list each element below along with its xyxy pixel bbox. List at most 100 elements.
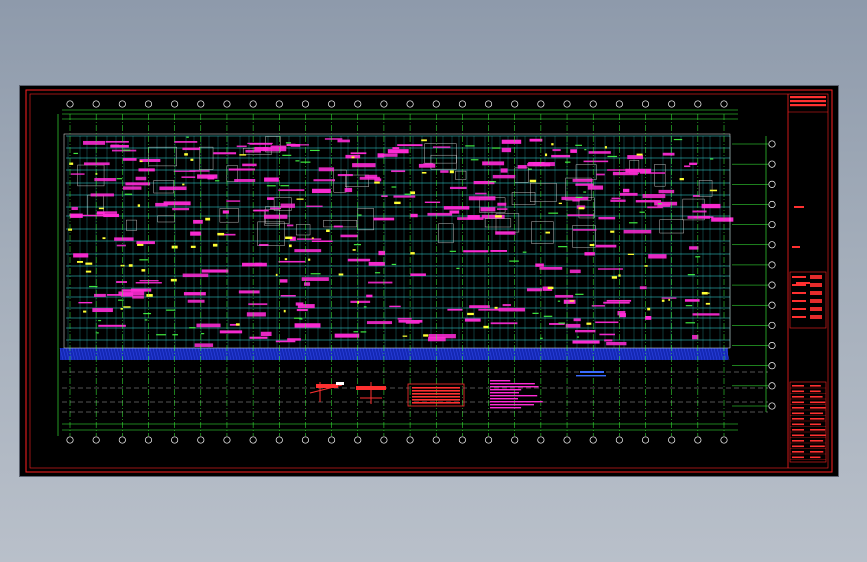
- note-line: [490, 392, 520, 394]
- annotation-label: [287, 338, 301, 341]
- annotation-label: [405, 322, 420, 324]
- title-header-line: [790, 100, 826, 103]
- annotation-label: [684, 299, 700, 302]
- dimension-text: [73, 152, 79, 155]
- dimension-text: [449, 250, 456, 252]
- annotation-label: [347, 258, 371, 262]
- annotation-label: [255, 262, 263, 266]
- dimension-text: [201, 333, 205, 335]
- annotation-label: [92, 308, 113, 313]
- highlight-marker: [547, 286, 554, 290]
- highlight-marker: [146, 294, 153, 297]
- highlight-marker: [98, 207, 104, 210]
- annotation-label: [410, 213, 418, 218]
- dimension-text: [285, 142, 291, 144]
- highlight-marker: [705, 302, 711, 305]
- dimension-text: [575, 293, 584, 295]
- dimension-text: [360, 331, 367, 333]
- annotation-label: [279, 279, 288, 283]
- cad-drawing[interactable]: [20, 86, 838, 476]
- approval-value: [810, 299, 822, 303]
- detail-a-block: [316, 384, 338, 388]
- annotation-label: [90, 193, 114, 197]
- field-value: [810, 390, 821, 393]
- highlight-marker: [296, 198, 304, 200]
- annotation-label: [610, 199, 626, 202]
- annotation-label: [280, 203, 295, 208]
- highlight-marker: [217, 232, 225, 236]
- annotation-label: [78, 301, 93, 304]
- highlight-marker: [569, 300, 575, 302]
- title-stamp: [792, 246, 800, 248]
- highlight-marker: [679, 178, 684, 181]
- annotation-label: [689, 246, 699, 250]
- drawing-sheet[interactable]: [20, 86, 838, 476]
- annotation-label: [619, 192, 638, 196]
- annotation-label: [139, 159, 161, 162]
- annotation-label: [340, 234, 358, 238]
- dimension-text: [540, 337, 543, 339]
- annotation-label: [501, 147, 512, 153]
- dimension-text: [124, 193, 133, 195]
- annotation-label: [116, 281, 128, 283]
- dimension-text: [584, 149, 587, 151]
- highlight-marker: [357, 301, 359, 304]
- title-stamp: [794, 206, 804, 208]
- annotation-label: [278, 189, 305, 192]
- dimension-text: [673, 138, 683, 141]
- annotation-label: [496, 208, 508, 210]
- annotation-label: [501, 139, 522, 144]
- highlight-marker: [647, 307, 651, 311]
- field-value: [810, 401, 826, 404]
- field-value: [810, 434, 826, 437]
- note-line: [490, 404, 534, 406]
- annotation-label: [311, 240, 333, 243]
- annotation-label: [572, 178, 593, 182]
- field-label: [792, 445, 804, 448]
- annotation-label: [622, 188, 630, 193]
- field-label: [792, 407, 804, 409]
- annotation-label: [234, 179, 256, 182]
- annotation-label: [606, 341, 627, 346]
- annotation-label: [242, 163, 257, 167]
- annotation-label: [70, 173, 85, 175]
- highlight-marker: [410, 191, 416, 195]
- highlight-marker: [707, 292, 710, 294]
- highlight-marker: [423, 334, 429, 337]
- highlight-marker: [212, 243, 218, 247]
- annotation-label: [159, 186, 187, 191]
- highlight-marker: [326, 229, 330, 233]
- annotation-label: [105, 140, 129, 143]
- annotation-label: [604, 339, 613, 342]
- annotation-label: [427, 212, 453, 216]
- note-line: [490, 398, 518, 400]
- annotation-label: [114, 237, 134, 241]
- annotation-label: [588, 151, 611, 154]
- annotation-label: [136, 241, 155, 245]
- annotation-label: [190, 231, 202, 236]
- annotation-label: [647, 206, 663, 209]
- dimension-text: [189, 327, 196, 329]
- annotation-label: [457, 217, 484, 220]
- annotation-label: [645, 315, 652, 320]
- title-stamp: [796, 282, 810, 284]
- annotation-label: [295, 302, 304, 306]
- annotation-label: [226, 200, 241, 202]
- annotation-label: [661, 297, 677, 299]
- annotation-label: [83, 162, 110, 166]
- highlight-marker: [85, 270, 92, 273]
- dimension-text: [116, 178, 123, 180]
- annotation-label: [692, 195, 700, 197]
- dimension-text: [118, 299, 124, 301]
- highlight-marker: [275, 273, 278, 276]
- annotation-label: [380, 153, 398, 157]
- annotation-label: [563, 299, 576, 304]
- highlight-marker: [644, 265, 648, 267]
- annotation-label: [648, 254, 667, 259]
- highlight-marker: [558, 202, 562, 205]
- approval-field: [792, 276, 806, 278]
- dimension-text: [456, 267, 460, 270]
- annotation-label: [432, 146, 451, 148]
- annotation-label: [662, 152, 675, 156]
- highlight-marker: [586, 322, 592, 325]
